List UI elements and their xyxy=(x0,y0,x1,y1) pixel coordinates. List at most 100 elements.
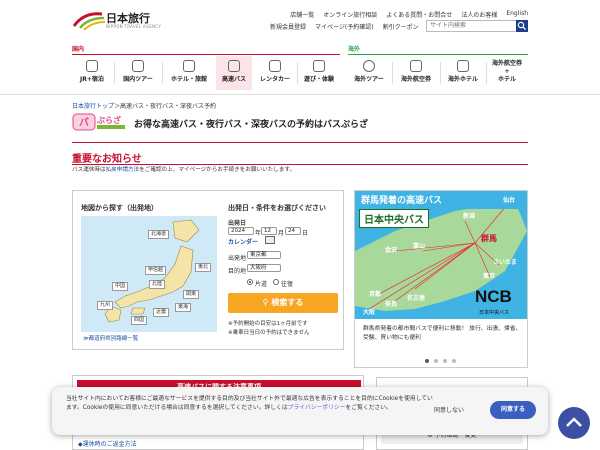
notice-text: バス運休時は払戻申請方法をご確認の上、マイページからお手続きをお願いいたします。 xyxy=(72,165,295,173)
roundtrip-radio[interactable] xyxy=(273,279,279,285)
carousel-dot-2[interactable] xyxy=(434,359,438,363)
region-kinki[interactable]: 近畿 xyxy=(153,308,170,317)
site-logo[interactable]: 日本旅行 NIPPON TRAVEL AGENCY xyxy=(72,10,161,32)
cat-label: 海外航空券 xyxy=(400,76,431,83)
logo-subtext: NIPPON TRAVEL AGENCY xyxy=(106,24,162,29)
svg-text:バ: バ xyxy=(79,117,89,129)
destination-select[interactable]: 大阪府 xyxy=(247,264,281,272)
cat-label: 遊び・体験 xyxy=(303,76,334,83)
region-shikoku[interactable]: 四国 xyxy=(131,316,148,325)
departure-select[interactable]: 東京都 xyxy=(247,251,281,259)
region-hokkaido[interactable]: 北海道 xyxy=(148,230,170,239)
member-nav: 新規会員登録 マイページ(予約確認) 割引クーポン xyxy=(270,22,419,31)
refund-on-cancellation-link[interactable]: ◆運休時のご返金方法 xyxy=(78,439,137,448)
banner-city: 名古屋 xyxy=(407,295,426,302)
booking-note-2: ※乗車日当日の予約はできません xyxy=(228,330,310,336)
cat-overseas-flight[interactable]: 海外航空券 xyxy=(394,56,438,90)
domestic-rule xyxy=(72,54,340,55)
banner-city: 東京 xyxy=(483,273,496,280)
ncb-logo-sub: 日本中央バス xyxy=(479,310,510,316)
topnav-stores[interactable]: 店舗一覧 xyxy=(290,10,314,19)
ncb-logo: NCB xyxy=(475,287,512,306)
banner-city: 大阪 xyxy=(363,309,376,316)
cookie-decline-button[interactable]: 同意しない xyxy=(434,405,464,414)
privacy-policy-link[interactable]: プライバシーポリシー xyxy=(288,405,346,411)
calendar-icon[interactable] xyxy=(265,236,275,244)
site-search-button[interactable] xyxy=(516,20,528,32)
region-hokuriku[interactable]: 北陸 xyxy=(149,280,166,289)
topnav-online-consult[interactable]: オンライン旅行相談 xyxy=(323,10,377,19)
banner-city: 新潟 xyxy=(463,213,476,220)
cat-overseas-tour[interactable]: 海外ツアー xyxy=(348,56,390,90)
cat-hotel[interactable]: ホテル・旅館 xyxy=(164,56,214,90)
section-divider xyxy=(72,142,528,143)
cat-jr-hotel[interactable]: JR+宿泊 xyxy=(72,56,112,90)
region-koshinetsu[interactable]: 甲信越 xyxy=(145,266,167,275)
banner-city: 仙台 xyxy=(503,197,516,204)
year-select[interactable]: 2024 xyxy=(228,227,254,235)
destination-label: 目的地 xyxy=(228,268,247,275)
ncb-banner-image[interactable]: 群馬発着の高速バス 日本中央バス 群馬 仙台 新潟 金沢 富山 さいたま 東京 … xyxy=(355,191,527,319)
busplaza-logo[interactable]: バ ぷらざ xyxy=(72,112,126,132)
region-chugoku[interactable]: 中国 xyxy=(112,282,129,291)
topnav-english[interactable]: English xyxy=(506,10,528,19)
cat-domestic-tour[interactable]: 国内ツアー xyxy=(116,56,160,90)
tour-bag-icon xyxy=(132,60,144,72)
month-select[interactable]: 12 xyxy=(261,227,277,235)
cat-activities[interactable]: 遊び・体験 xyxy=(298,56,340,90)
map-search-title: 地図から探す（出発地） xyxy=(81,204,158,212)
notice-text-post: をご確認の上、マイページからお手続きをお願いいたします。 xyxy=(139,167,296,173)
overseas-heading: 海外 xyxy=(348,46,361,53)
search-submit-button[interactable]: ⚲ 検索する xyxy=(228,293,338,313)
breadcrumb: 日本旅行トップ＞高速バス・夜行バス・深夜バス予約 xyxy=(72,101,216,110)
calendar-link[interactable]: カレンダー xyxy=(228,237,258,246)
region-tohoku[interactable]: 東北 xyxy=(195,263,212,272)
cat-label: 海外ホテル xyxy=(447,76,478,83)
topnav-corporate[interactable]: 法人のお客様 xyxy=(461,10,497,19)
divider xyxy=(440,62,441,84)
region-kanto[interactable]: 関東 xyxy=(183,290,200,299)
banner-caption: 群馬県発着の都市間バスで便利に移動！ 旅行、出張、帰省、受験、買い物にも便利 xyxy=(363,326,522,341)
notice-title: 重要なお知らせ xyxy=(72,154,142,165)
banner-city: 金沢 xyxy=(385,247,398,254)
oneway-label: 片道 xyxy=(255,281,268,288)
date-label: 出発日 xyxy=(228,220,247,227)
breadcrumb-home[interactable]: 日本旅行トップ xyxy=(72,103,114,110)
bus-icon xyxy=(228,60,240,72)
banner-city: さいたま xyxy=(493,259,517,266)
cat-flight-hotel[interactable]: 海外航空券 + ホテル xyxy=(486,60,528,94)
region-tokai[interactable]: 東海 xyxy=(175,303,192,312)
carousel-dot-4[interactable] xyxy=(452,359,456,363)
departure-label: 出発地 xyxy=(228,255,247,262)
refund-method-link[interactable]: 払戻申請方法 xyxy=(106,167,140,173)
promo-banner[interactable]: 群馬発着の高速バス 日本中央バス 群馬 仙台 新潟 金沢 富山 さいたま 東京 … xyxy=(354,190,528,368)
topnav-faq[interactable]: よくある質問・お問合せ xyxy=(386,10,452,19)
carousel-dot-3[interactable] xyxy=(443,359,447,363)
busplaza-logo-graphic: バ ぷらざ xyxy=(72,113,125,131)
banner-hub: 群馬 xyxy=(481,234,497,243)
cat-highway-bus[interactable]: 高速バス xyxy=(216,56,252,90)
mypage-link[interactable]: マイページ(予約確認) xyxy=(315,22,374,31)
divider xyxy=(392,62,393,84)
chevron-up-icon xyxy=(566,417,582,427)
cat-overseas-hotel[interactable]: 海外ホテル xyxy=(442,56,484,90)
svg-text:ぷらざ: ぷらざ xyxy=(96,115,121,125)
site-search-input[interactable] xyxy=(426,20,518,32)
cat-rental-car[interactable]: レンタカー xyxy=(254,56,296,90)
oneway-radio[interactable] xyxy=(247,279,253,285)
cookie-accept-button[interactable]: 同意する xyxy=(490,401,536,419)
breadcrumb-current: 高速バス・夜行バス・深夜バス予約 xyxy=(120,103,217,110)
banner-city: 京都 xyxy=(369,291,382,298)
activity-icon xyxy=(313,60,325,72)
coupon-link[interactable]: 割引クーポン xyxy=(383,22,419,31)
booking-note-1: ※予約開始の目安は1ヶ月前です xyxy=(228,321,308,327)
carousel-dot-1[interactable] xyxy=(425,359,429,363)
region-kyushu[interactable]: 九州 xyxy=(97,301,114,310)
train-icon xyxy=(86,60,98,72)
banner-city: 富山 xyxy=(413,243,426,250)
back-to-top-button[interactable] xyxy=(558,407,590,439)
register-link[interactable]: 新規会員登録 xyxy=(270,22,306,31)
day-select[interactable]: 24 xyxy=(285,227,301,235)
prefecture-routes-link[interactable]: ≫都道府県別路線一覧 xyxy=(83,334,138,342)
cookie-text-tail: をご覧ください。 xyxy=(345,405,392,411)
